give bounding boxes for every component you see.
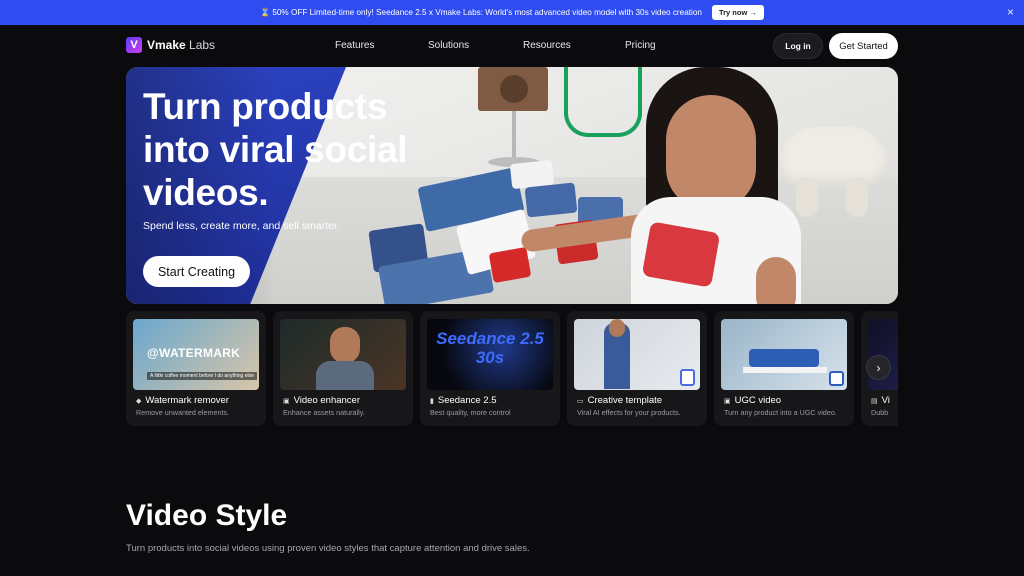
try-now-button[interactable]: Try now → (711, 5, 764, 20)
seedance-thumb-text: Seedance 2.5 30s (436, 329, 544, 367)
stool-decor (778, 127, 888, 187)
tool-card-seedance[interactable]: Seedance 2.5 30s ▮ Seedance 2.5 Best quali… (420, 311, 560, 426)
tool-desc: Remove unwanted elements. (136, 408, 230, 417)
dub-icon: ▤ (871, 397, 878, 405)
tool-card-ugc-video[interactable]: ▣ UGC video Turn any product into a UGC v… (714, 311, 854, 426)
tool-card-watermark-remover[interactable]: @WATERMARK A little coffee moment before… (126, 311, 266, 426)
tool-desc: Enhance assets naturally. (283, 408, 365, 417)
tool-cards: @WATERMARK A little coffee moment before… (126, 311, 898, 426)
bars-icon: ▮ (430, 397, 434, 405)
tool-title: Seedance 2.5 (437, 395, 497, 406)
tool-title: Creative template (587, 395, 663, 406)
enhance-icon: ▣ (283, 397, 290, 405)
seedance-thumbnail: Seedance 2.5 30s (427, 319, 553, 390)
promo-text: 50% OFF Limited-time only! Seedance 2.5 … (272, 8, 702, 17)
carousel-next-icon[interactable]: › (866, 355, 891, 380)
tool-title: UGC video (734, 395, 782, 406)
login-button[interactable]: Log in (773, 33, 823, 59)
get-started-button[interactable]: Get Started (829, 33, 898, 59)
hourglass-icon: ⌛ (260, 7, 271, 17)
vmake-logo-icon: V (126, 37, 142, 53)
ugc-thumbnail (721, 319, 847, 390)
template-thumbnail (574, 319, 700, 390)
enhancer-thumbnail (280, 319, 406, 390)
tool-card-creative-template[interactable]: ▭ Creative template Viral AI effects for … (567, 311, 707, 426)
template-icon: ▭ (577, 397, 584, 405)
ugc-icon: ▣ (724, 397, 731, 405)
tool-desc: Viral AI effects for your products. (577, 408, 681, 417)
hero-banner: Turn products into viral social videos. … (126, 67, 898, 304)
tool-desc: Best quality, more control (430, 408, 511, 417)
denim-shorts (524, 182, 578, 218)
speaker-decor (478, 67, 548, 111)
model-face (666, 95, 756, 210)
brand-name: Vmake Labs (147, 38, 216, 52)
nav-resources[interactable]: Resources (523, 40, 571, 51)
hero-subtitle: Spend less, create more, and sell smarte… (143, 220, 340, 232)
partial-thumbnail (868, 319, 898, 390)
tool-title: Vi (881, 395, 890, 406)
tool-title: Watermark remover (145, 395, 229, 406)
mirror-decor (564, 67, 642, 137)
tool-desc: Turn any product into a UGC video. (724, 408, 837, 417)
promo-banner: ⌛ 50% OFF Limited-time only! Seedance 2.… (0, 0, 1024, 25)
shirt-graphic (641, 221, 721, 288)
watermark-thumbnail: @WATERMARK A little coffee moment before… (133, 319, 259, 390)
close-icon[interactable]: × (1007, 5, 1014, 19)
top-nav: V Vmake Labs Features Solutions Resource… (0, 25, 1024, 67)
start-creating-button[interactable]: Start Creating (143, 256, 250, 287)
section-title: Video Style (126, 499, 288, 532)
nav-features[interactable]: Features (335, 40, 374, 51)
hero-headline: Turn products into viral social videos. (143, 86, 408, 213)
tool-desc: Dubb (871, 408, 889, 417)
nav-pricing[interactable]: Pricing (625, 40, 656, 51)
eraser-icon: ◆ (136, 397, 142, 405)
tool-title: Video enhancer (293, 395, 361, 406)
section-subtitle: Turn products into social videos using p… (126, 543, 530, 554)
logo[interactable]: V Vmake Labs (126, 37, 215, 53)
nav-solutions[interactable]: Solutions (428, 40, 469, 51)
tool-card-video-enhancer[interactable]: ▣ Video enhancer Enhance assets naturally… (273, 311, 413, 426)
